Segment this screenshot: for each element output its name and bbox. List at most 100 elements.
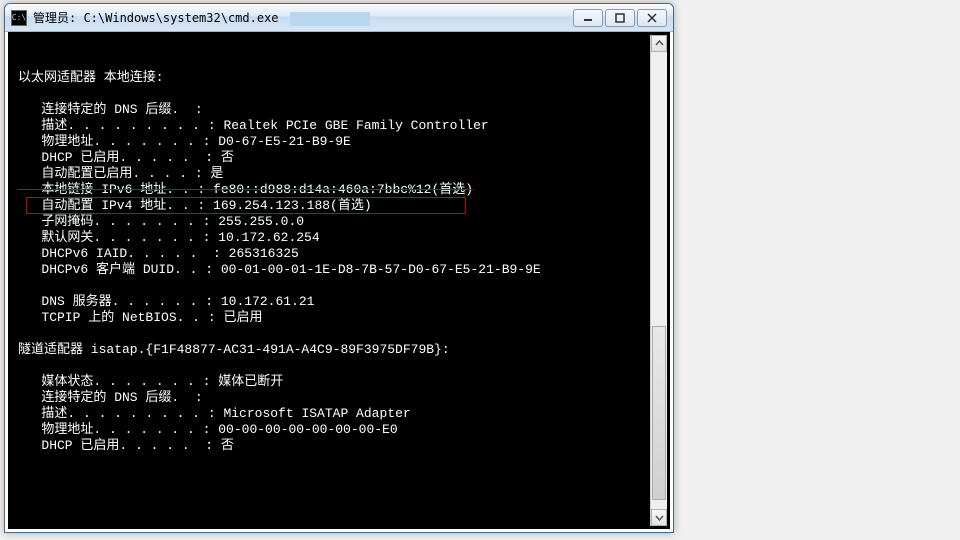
blank-line [18,358,666,374]
row-label: 媒体状态 [18,374,93,390]
row-leader: . . . . [132,166,187,182]
window-title-text: 管理员: C:\Windows\system32\cmd.exe [33,11,279,25]
row-label: 物理地址 [18,134,93,150]
row-sep: : [205,246,228,262]
ethernet-row: 连接特定的 DNS 后缀. : [18,102,666,118]
row-leader: . . . . . . . [93,134,194,150]
console-area[interactable]: 以太网适配器 本地连接: 连接特定的 DNS 后缀. : 描述. . . . .… [8,32,670,529]
row-sep: : [190,182,213,198]
scroll-up-button[interactable] [651,35,667,52]
console-text: 以太网适配器 本地连接: 连接特定的 DNS 后缀. : 描述. . . . .… [18,70,666,454]
row-sep: : [197,294,220,310]
maximize-button[interactable] [605,9,635,27]
ethernet-row: 自动配置已启用. . . . : 是 [18,166,666,182]
window-title: 管理员: C:\Windows\system32\cmd.exe [33,9,571,26]
row-leader: . . . . . [119,150,197,166]
tunnel-row: 描述. . . . . . . . . : Microsoft ISATAP A… [18,406,666,422]
row-leader: . . [177,310,200,326]
row-label: 自动配置 IPv4 地址 [18,198,166,214]
tunnel-row: 物理地址. . . . . . . : 00-00-00-00-00-00-00… [18,422,666,438]
row-label: DNS 服务器 [18,294,112,310]
blank-line [18,326,666,342]
row-label: 子网掩码 [18,214,93,230]
row-sep: : [187,102,210,118]
row-value: Microsoft ISATAP Adapter [223,406,410,422]
row-sep: : [197,262,220,278]
row-sep: : [190,198,213,214]
row-value: fe80::d988:d14a:460a:7bbc%12(首选) [213,182,473,198]
blank-line [18,86,666,102]
row-value: 是 [210,166,223,182]
row-sep: : [195,422,218,438]
ethernet-row: 自动配置 IPv4 地址. . : 169.254.123.188(首选) [18,198,666,214]
row-leader: . . . . . [119,438,197,454]
row-label: 物理地址 [18,422,93,438]
row-leader: . . [166,198,189,214]
tunnel-header: 隧道适配器 isatap.{F1F48877-AC31-491A-A4C9-89… [18,342,666,358]
row-sep: : [200,406,223,422]
row-sep: : [195,134,218,150]
row-sep: : [197,438,220,454]
row-label: TCPIP 上的 NetBIOS [18,310,177,326]
row-leader: . . [174,262,197,278]
title-redacted [290,12,370,26]
maximize-icon [615,13,625,23]
scroll-track[interactable] [651,52,667,509]
row-value: 已启用 [223,310,262,326]
row-label: 默认网关 [18,230,93,246]
row-label: 连接特定的 DNS 后缀 [18,102,171,118]
scroll-down-button[interactable] [651,509,667,526]
row-value: 10.172.61.21 [221,294,315,310]
row-value: D0-67-E5-21-B9-9E [218,134,351,150]
scroll-thumb[interactable] [652,326,666,500]
ethernet-row [18,278,666,294]
row-sep: : [200,310,223,326]
row-sep: : [187,390,210,406]
window-buttons [571,9,667,27]
row-leader: . . . . . . . [93,230,194,246]
close-icon [647,13,657,23]
row-leader: . [171,390,187,406]
titlebar[interactable]: C:\ 管理员: C:\Windows\system32\cmd.exe [5,4,673,32]
tunnel-row: 媒体状态. . . . . . . : 媒体已断开 [18,374,666,390]
row-label: 描述 [18,406,67,422]
row-value: 00-00-00-00-00-00-00-E0 [218,422,397,438]
row-label: 自动配置已启用 [18,166,132,182]
cmd-icon: C:\ [11,10,27,26]
ethernet-row: TCPIP 上的 NetBIOS. . : 已启用 [18,310,666,326]
ethernet-header: 以太网适配器 本地连接: [18,70,666,86]
row-leader: . [171,102,187,118]
row-value: 否 [221,438,234,454]
tunnel-row: DHCP 已启用. . . . . : 否 [18,438,666,454]
row-leader: . . . . . [127,246,205,262]
vertical-scrollbar[interactable] [650,35,667,526]
row-leader: . . . . . . . [93,214,194,230]
row-sep: : [195,374,218,390]
row-value: 169.254.123.188(首选) [213,198,372,214]
minimize-icon [583,13,593,23]
ethernet-row: 默认网关. . . . . . . : 10.172.62.254 [18,230,666,246]
row-sep: : [187,166,210,182]
ethernet-row: DHCP 已启用. . . . . : 否 [18,150,666,166]
ethernet-row: DHCPv6 IAID. . . . . : 265316325 [18,246,666,262]
row-label: DHCPv6 客户端 DUID [18,262,174,278]
row-label: 本地链接 IPv6 地址 [18,182,166,198]
row-value: 否 [221,150,234,166]
ethernet-row: DHCPv6 客户端 DUID. . : 00-01-00-01-1E-D8-7… [18,262,666,278]
row-label: DHCP 已启用 [18,438,119,454]
row-sep: : [195,214,218,230]
close-button[interactable] [637,9,667,27]
row-value: 10.172.62.254 [218,230,319,246]
chevron-down-icon [655,513,664,522]
ethernet-row: 描述. . . . . . . . . : Realtek PCIe GBE F… [18,118,666,134]
row-sep: : [197,150,220,166]
row-leader: . . [166,182,189,198]
row-leader: . . . . . . [112,294,198,310]
row-leader: . . . . . . . [93,374,194,390]
row-label: 描述 [18,118,67,134]
ethernet-row: DNS 服务器. . . . . . : 10.172.61.21 [18,294,666,310]
row-leader: . . . . . . . . . [67,118,200,134]
row-label: 连接特定的 DNS 后缀 [18,390,171,406]
row-value: 265316325 [229,246,299,262]
minimize-button[interactable] [573,9,603,27]
